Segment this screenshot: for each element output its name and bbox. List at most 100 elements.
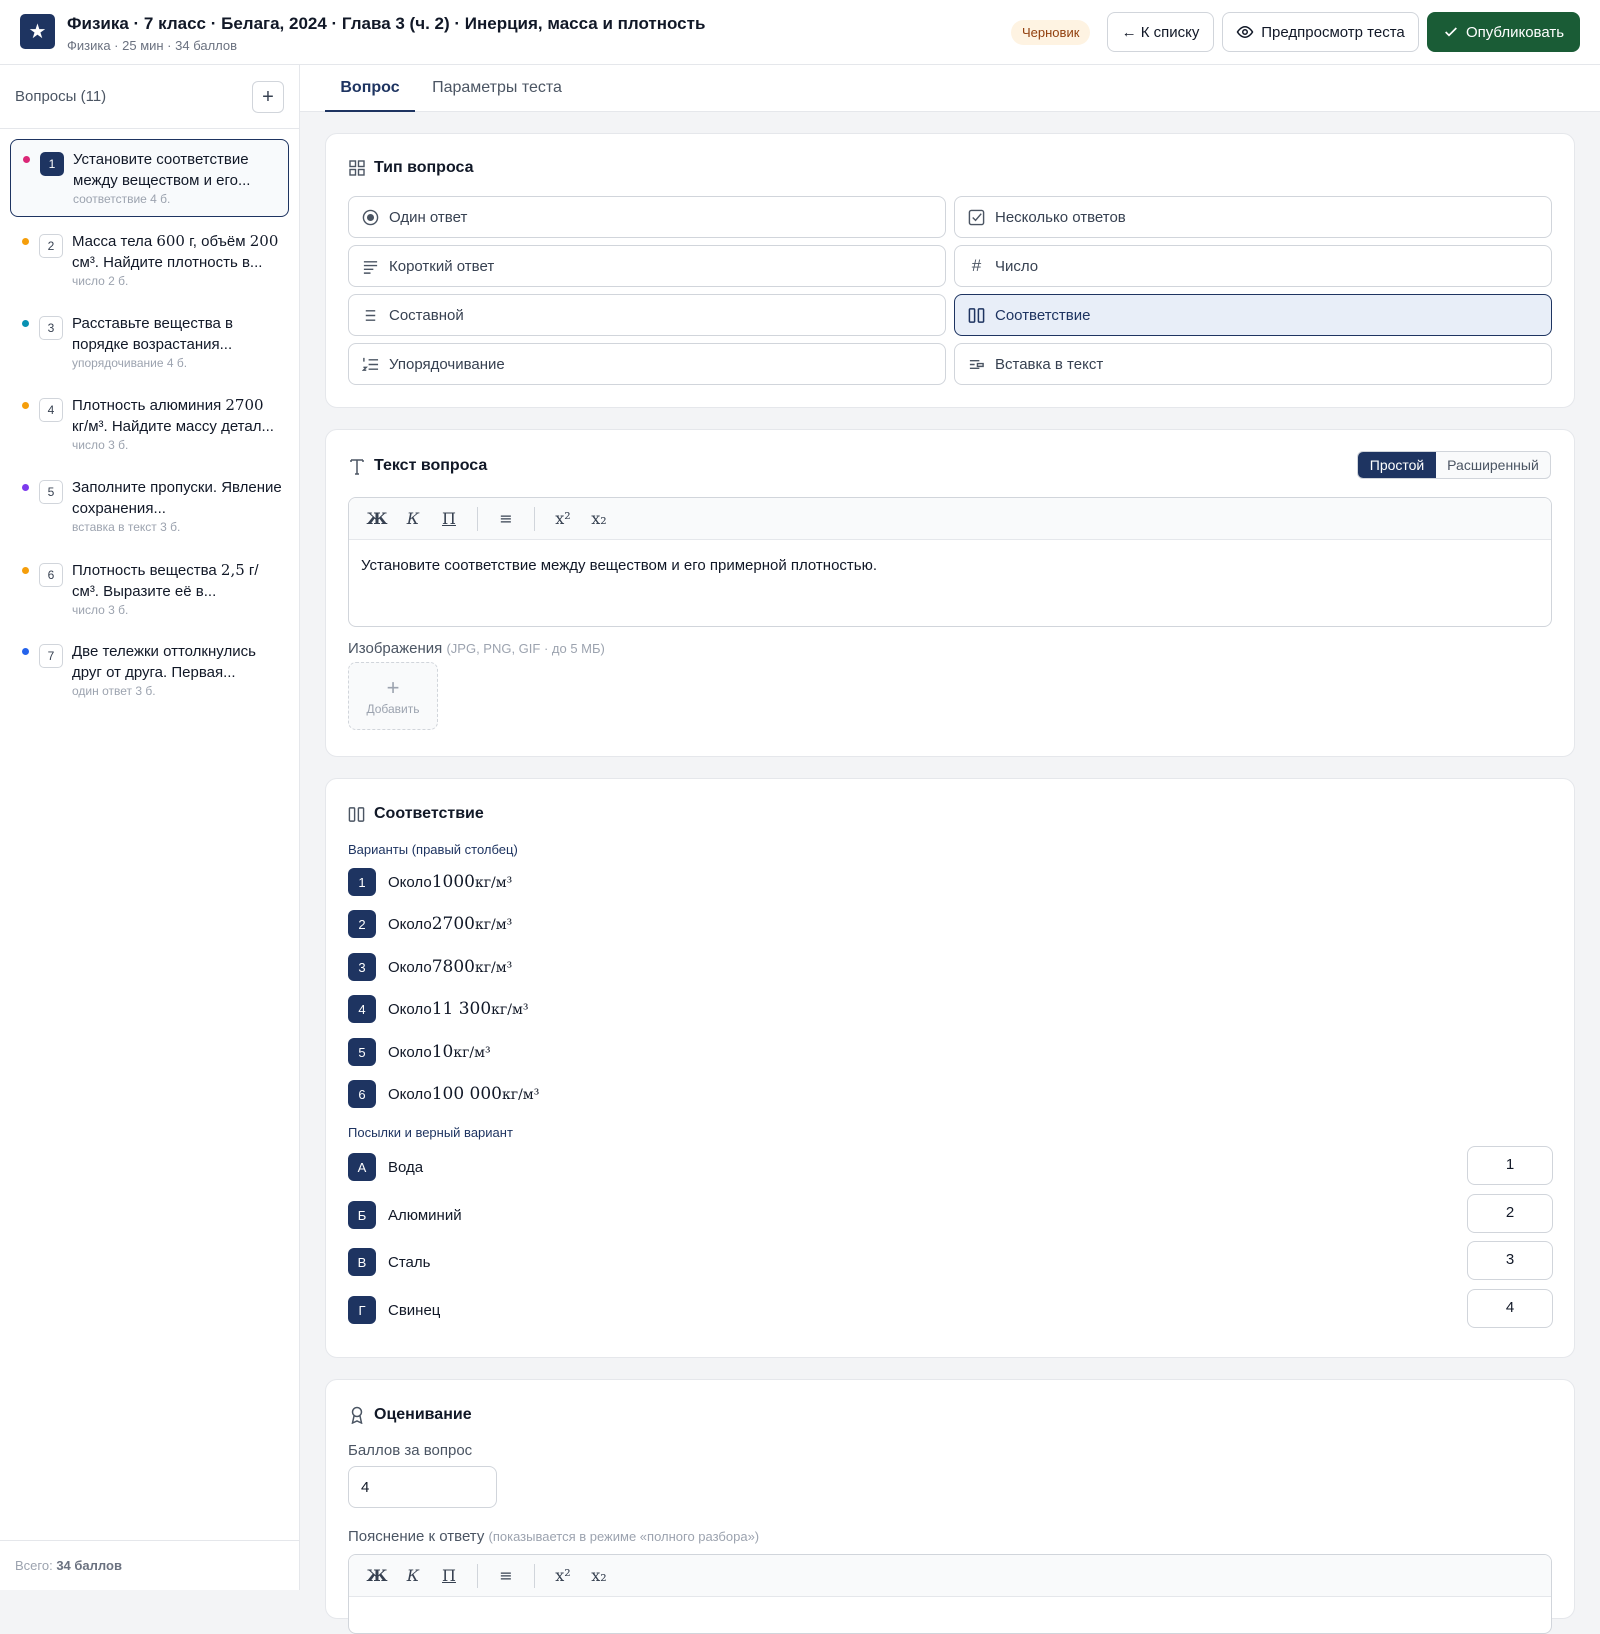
back-to-list-button[interactable]: ← К списку [1107, 12, 1214, 52]
answer-input[interactable]: 3 [1467, 1241, 1553, 1280]
list-button[interactable]: ≡ [490, 505, 522, 533]
text-insert-icon [968, 356, 985, 373]
question-meta: вставка в текст 3 б. [72, 520, 181, 534]
questions-count: Вопросы (11) [15, 88, 107, 105]
option-number: 1 [348, 868, 376, 896]
type-fill-in-text[interactable]: Вставка в текст [954, 343, 1552, 385]
premise-text[interactable]: Алюминий [388, 1207, 462, 1224]
toolbar-divider [534, 506, 535, 531]
answer-input[interactable]: 4 [1467, 1289, 1553, 1328]
card-title: Оценивание [348, 1406, 472, 1424]
preview-button[interactable]: Предпросмотр теста [1222, 12, 1419, 52]
list-button[interactable]: ≡ [490, 1562, 522, 1590]
question-meta: упорядочивание 4 б. [72, 356, 188, 370]
question-text-body[interactable]: Установите соответствие между веществом … [349, 540, 1551, 591]
add-image-button[interactable]: + Добавить [348, 662, 438, 730]
grading-card: Оценивание Баллов за вопрос 4 Пояснение … [325, 1379, 1575, 1634]
hash-icon: # [971, 256, 982, 275]
type-ordering[interactable]: Упорядочивание [348, 343, 946, 385]
question-preview: Две тележки оттолкнулись друг от друга. … [72, 643, 256, 681]
publish-button[interactable]: Опубликовать [1427, 12, 1580, 52]
question-preview: Плотность вещества 2,5 г/см³. Выразите е… [72, 561, 259, 600]
mode-advanced[interactable]: Расширенный [1436, 452, 1550, 478]
card-title: Соответствие [348, 805, 484, 823]
italic-button[interactable]: К [397, 1562, 429, 1590]
type-number[interactable]: # Число [954, 245, 1552, 287]
questions-sidebar: Вопросы (11) + 1 Установите соответствие… [0, 65, 300, 1590]
premise-letter: В [348, 1248, 376, 1276]
type-short-answer[interactable]: Короткий ответ [348, 245, 946, 287]
answer-input[interactable]: 1 [1467, 1146, 1553, 1185]
underline-button[interactable]: П [433, 505, 465, 533]
matching-option[interactable]: 6 Около100 000кг/м³ [348, 1080, 539, 1108]
bold-button[interactable]: Ж [361, 505, 393, 533]
grid-icon [348, 160, 365, 177]
editor-toolbar: Ж К П ≡ x² x₂ [349, 498, 1551, 540]
type-dot [22, 648, 29, 655]
type-multiple-answers[interactable]: Несколько ответов [954, 196, 1552, 238]
premise-row: А Вода [348, 1153, 423, 1181]
matching-option[interactable]: 4 Около11 300кг/м³ [348, 995, 528, 1023]
option-number: 2 [348, 910, 376, 938]
superscript-button[interactable]: x² [547, 1562, 579, 1590]
question-item-6[interactable]: 6 Плотность вещества 2,5 г/см³. Выразите… [10, 551, 289, 629]
question-number: 1 [40, 152, 64, 176]
status-badge: Черновик [1011, 20, 1091, 45]
question-item-3[interactable]: 3 Расставьте вещества в порядке возраста… [10, 304, 289, 382]
type-dot [22, 484, 29, 491]
editor-mode-toggle: Простой Расширенный [1357, 451, 1551, 479]
question-type-card: Тип вопроса Один ответ Несколько ответов… [325, 133, 1575, 408]
matching-option[interactable]: 5 Около10кг/м³ [348, 1038, 491, 1066]
sidebar-footer: Всего: 34 баллов [0, 1540, 299, 1590]
italic-button[interactable]: К [397, 505, 429, 533]
matching-option[interactable]: 3 Около7800кг/м³ [348, 953, 512, 981]
editor-tabs: Вопрос Параметры теста [300, 65, 1600, 112]
superscript-button[interactable]: x² [547, 505, 579, 533]
underline-button[interactable]: П [433, 1562, 465, 1590]
type-matching[interactable]: Соответствие [954, 294, 1552, 336]
question-item-4[interactable]: 4 Плотность алюминия 2700 кг/м³. Найдите… [10, 386, 289, 464]
subscript-button[interactable]: x₂ [583, 505, 615, 533]
list-icon [362, 307, 379, 324]
points-input[interactable]: 4 [348, 1466, 497, 1508]
premise-letter: Б [348, 1201, 376, 1229]
question-text-card: Текст вопроса Простой Расширенный Ж К П … [325, 429, 1575, 757]
mode-simple[interactable]: Простой [1358, 452, 1436, 478]
columns-icon [348, 806, 365, 823]
type-single-answer[interactable]: Один ответ [348, 196, 946, 238]
premise-text[interactable]: Свинец [388, 1302, 440, 1319]
answer-input[interactable]: 2 [1467, 1194, 1553, 1233]
question-item-1[interactable]: 1 Установите соответствие между вещество… [10, 139, 289, 217]
top-header: ★ Физика · 7 класс · Белага, 2024 · Глав… [0, 0, 1600, 65]
question-item-7[interactable]: 7 Две тележки оттолкнулись друг от друга… [10, 632, 289, 710]
type-dot [23, 156, 30, 163]
question-item-2[interactable]: 2 Масса тела 600 г, объём 200 см³. Найди… [10, 222, 289, 300]
toolbar-divider [477, 1563, 478, 1588]
card-title: Тип вопроса [348, 159, 474, 177]
tab-question[interactable]: Вопрос [325, 65, 415, 112]
type-compound[interactable]: Составной [348, 294, 946, 336]
test-title: Физика · 7 класс · Белага, 2024 · Глава … [67, 14, 706, 33]
subscript-button[interactable]: x₂ [583, 1562, 615, 1590]
premise-text[interactable]: Сталь [388, 1254, 430, 1271]
tab-test-settings[interactable]: Параметры теста [426, 65, 568, 112]
question-preview: Заполните пропуски. Явление сохранения..… [72, 479, 282, 517]
question-number: 5 [39, 480, 63, 504]
question-preview: Расставьте вещества в порядке возрастани… [72, 315, 234, 353]
question-preview: Установите соответствие между веществом … [73, 151, 251, 189]
text-type-icon [348, 458, 365, 475]
explanation-label: Пояснение к ответу (показывается в режим… [348, 1528, 760, 1545]
question-item-5[interactable]: 5 Заполните пропуски. Явление сохранения… [10, 468, 289, 546]
add-question-button[interactable]: + [252, 81, 284, 113]
premise-row: Б Алюминий [348, 1201, 462, 1229]
explanation-editor: Ж К П ≡ x² x₂ [348, 1554, 1552, 1634]
matching-option[interactable]: 1 Около1000кг/м³ [348, 868, 512, 896]
question-meta: один ответ 3 б. [72, 684, 156, 698]
bold-button[interactable]: Ж [361, 1562, 393, 1590]
matching-option[interactable]: 2 Около2700кг/м³ [348, 910, 512, 938]
plus-icon: + [386, 674, 400, 700]
editor-toolbar: Ж К П ≡ x² x₂ [349, 1555, 1551, 1597]
columns-icon [968, 307, 985, 324]
type-dot [22, 402, 29, 409]
premise-text[interactable]: Вода [388, 1159, 423, 1176]
